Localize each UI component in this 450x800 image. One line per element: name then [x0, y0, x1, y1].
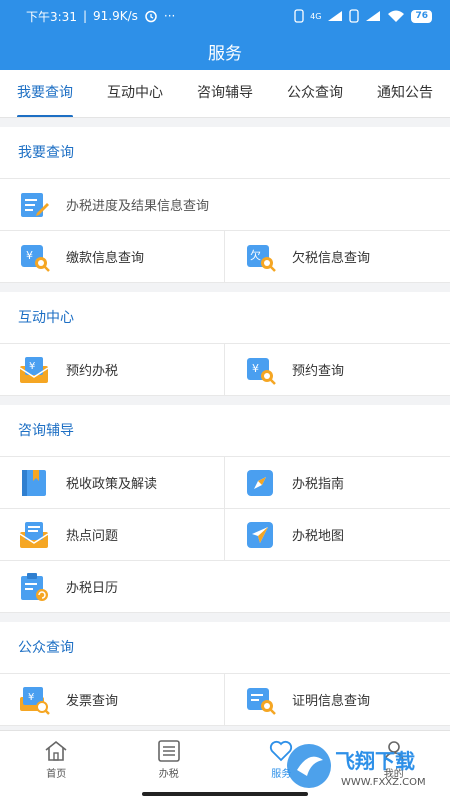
tab-public-query[interactable]: 公众查询 — [270, 70, 343, 117]
appointment-envelope-icon: ¥ — [19, 356, 49, 383]
appointment-tax-item[interactable]: ¥ 预约办税 — [0, 344, 224, 395]
service-list: 我要查询 办税进度及结果信息查询 ¥ 缴款信息查询 欠 欠税信息查询 互动中心 … — [0, 118, 450, 730]
mail-list-icon — [19, 521, 49, 548]
svg-text:WWW.FXXZ.COM: WWW.FXXZ.COM — [341, 777, 426, 788]
svg-text:飞翔下载: 飞翔下载 — [335, 749, 415, 773]
compass-icon — [247, 469, 273, 496]
section-title: 公众查询 — [0, 622, 450, 674]
section-public-query: 公众查询 ¥ 发票查询 证明信息查询 — [0, 622, 450, 726]
nav-tax[interactable]: 办税 — [113, 731, 226, 800]
section-interaction-center: 互动中心 ¥ 预约办税 ¥ 预约查询 — [0, 292, 450, 396]
tax-guide-item[interactable]: 办税指南 — [224, 457, 450, 508]
status-time: 下午3:31 — [26, 9, 77, 24]
section-consult: 咨询辅导 税收政策及解读 办税指南 热点问题 办税地图 办税日历 — [0, 405, 450, 613]
appointment-query-item[interactable]: ¥ 预约查询 — [224, 344, 450, 395]
invoice-query-item[interactable]: ¥ 发票查询 — [0, 674, 224, 725]
tax-policy-item[interactable]: 税收政策及解读 — [0, 457, 224, 508]
tab-my-query[interactable]: 我要查询 — [0, 70, 73, 117]
section-title: 互动中心 — [0, 292, 450, 344]
payment-info-query-item[interactable]: ¥ 缴款信息查询 — [0, 231, 224, 282]
battery-icon: 76 — [411, 9, 432, 23]
list-icon — [157, 740, 180, 762]
hot-questions-item[interactable]: 热点问题 — [0, 509, 224, 560]
nav-home[interactable]: 首页 — [0, 731, 113, 800]
signal-icon — [328, 11, 343, 21]
tax-calendar-item[interactable]: 办税日历 — [0, 561, 450, 612]
more-dots: ··· — [163, 9, 176, 23]
wifi-icon — [388, 10, 405, 22]
status-bar: 下午3:31 | 91.9K/s ··· 4G 76 — [0, 0, 450, 32]
document-search-icon — [247, 687, 276, 715]
calendar-refresh-icon — [21, 572, 48, 601]
sim-icon — [349, 9, 360, 23]
tax-progress-query-item[interactable]: 办税进度及结果信息查询 — [0, 179, 450, 230]
yen-search-icon: ¥ — [247, 357, 276, 385]
arrears-search-icon: 欠 — [247, 244, 276, 272]
tab-bar: 我要查询 互动中心 咨询辅导 公众查询 通知公告 — [0, 70, 450, 118]
svg-text:¥: ¥ — [252, 362, 259, 375]
vibrate-icon — [294, 9, 304, 23]
home-indicator — [142, 792, 308, 796]
book-icon — [22, 469, 46, 496]
signal-icon-2 — [366, 11, 381, 21]
svg-text:¥: ¥ — [26, 249, 33, 262]
tax-arrears-query-item[interactable]: 欠 欠税信息查询 — [224, 231, 450, 282]
svg-text:欠: 欠 — [250, 248, 261, 262]
invoice-search-icon: ¥ — [20, 686, 50, 715]
paper-plane-icon — [247, 521, 273, 548]
section-title: 我要查询 — [0, 127, 450, 179]
tab-consult[interactable]: 咨询辅导 — [180, 70, 253, 117]
tab-notices[interactable]: 通知公告 — [360, 70, 433, 117]
svg-text:¥: ¥ — [28, 692, 34, 703]
site-watermark-logo: 飞翔下载 WWW.FXXZ.COM — [287, 744, 426, 788]
tab-interaction-center[interactable]: 互动中心 — [90, 70, 163, 117]
network-speed: 91.9K/s — [93, 9, 138, 23]
yen-search-icon: ¥ — [21, 244, 50, 272]
svg-text:¥: ¥ — [29, 361, 35, 372]
network-type: 4G — [310, 11, 322, 21]
alarm-icon — [145, 10, 157, 23]
section-my-query: 我要查询 办税进度及结果信息查询 ¥ 缴款信息查询 欠 欠税信息查询 — [0, 127, 450, 283]
section-title: 咨询辅导 — [0, 405, 450, 457]
form-edit-icon — [21, 192, 49, 217]
home-icon — [45, 740, 67, 761]
page-title: 服务 — [0, 32, 450, 70]
tax-map-item[interactable]: 办税地图 — [224, 509, 450, 560]
certificate-query-item[interactable]: 证明信息查询 — [224, 674, 450, 725]
